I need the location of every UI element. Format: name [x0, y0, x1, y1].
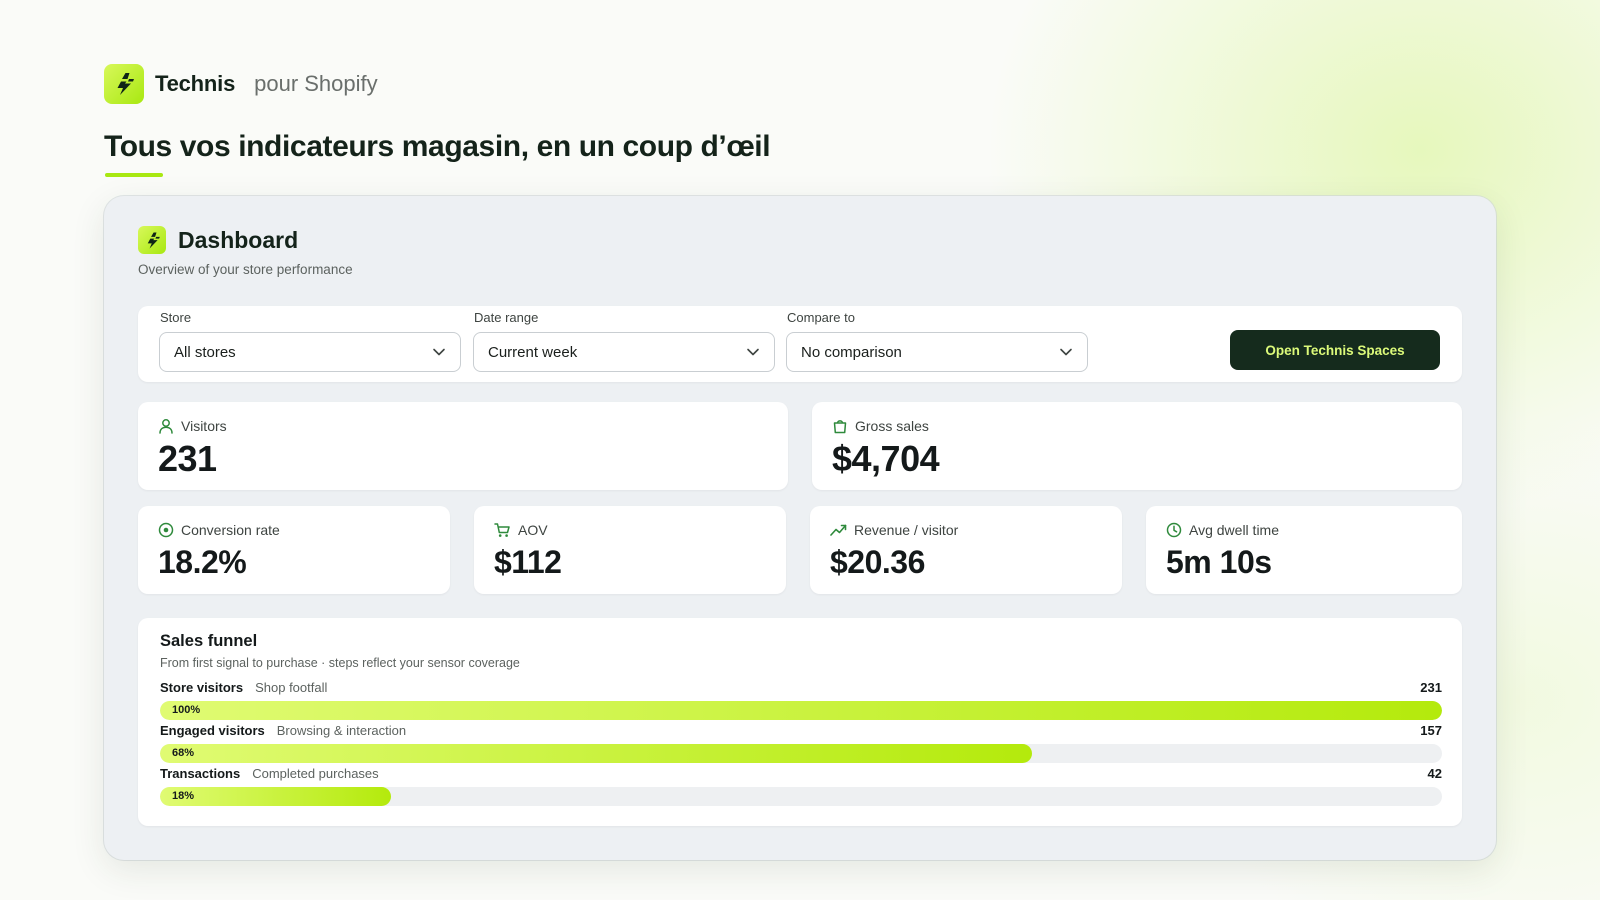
store-filter-label: Store	[160, 310, 192, 325]
compare-filter: Compare to No comparison	[786, 310, 1088, 372]
funnel-bar-track: 18%	[160, 787, 1442, 806]
technis-logo-icon	[138, 226, 166, 254]
store-select-value: All stores	[174, 343, 236, 361]
aov-value: $112	[494, 544, 562, 580]
funnel-bar-track: 68%	[160, 744, 1442, 763]
funnel-step-percent: 18%	[172, 790, 195, 802]
store-filter: Store All stores	[159, 310, 461, 372]
visitors-label: Visitors	[181, 418, 227, 434]
person-icon	[158, 418, 174, 434]
revenue-per-visitor-card: Revenue / visitor $20.36	[810, 506, 1122, 594]
chevron-down-icon	[746, 345, 760, 359]
funnel-step: Store visitors Shop footfall 231 100%	[160, 680, 1442, 720]
visitors-card: Visitors 231	[138, 402, 788, 490]
avg-dwell-time-value: 5m 10s	[1166, 544, 1272, 580]
funnel-bar-fill	[160, 701, 1442, 720]
funnel-bar-track: 100%	[160, 701, 1442, 720]
funnel-step: Engaged visitors Browsing & interaction …	[160, 723, 1442, 763]
filters-bar: Store All stores Date range Current week…	[138, 306, 1462, 382]
funnel-step-desc: Completed purchases	[252, 766, 379, 781]
conversion-rate-card: Conversion rate 18.2%	[138, 506, 450, 594]
page-headline: Tous vos indicateurs magasin, en un coup…	[104, 130, 771, 163]
funnel-step-desc: Shop footfall	[255, 680, 328, 695]
dashboard-subtitle: Overview of your store performance	[138, 262, 353, 277]
date-range-select[interactable]: Current week	[473, 332, 775, 372]
brand-suffix: pour Shopify	[254, 71, 378, 96]
conversion-rate-value: 18.2%	[158, 544, 247, 580]
visitors-value: 231	[158, 438, 217, 479]
compare-select[interactable]: No comparison	[786, 332, 1088, 372]
compare-value: No comparison	[801, 343, 902, 361]
revenue-per-visitor-value: $20.36	[830, 544, 925, 580]
aov-card: AOV $112	[474, 506, 786, 594]
date-range-value: Current week	[488, 343, 578, 361]
shopping-bag-icon	[832, 418, 848, 434]
trend-up-icon	[830, 522, 847, 538]
sales-funnel-subtitle: From first signal to purchase · steps re…	[160, 656, 520, 670]
revenue-per-visitor-label: Revenue / visitor	[854, 522, 959, 538]
sales-funnel-title: Sales funnel	[160, 632, 258, 650]
headline-underline	[105, 173, 163, 177]
open-technis-spaces-button[interactable]: Open Technis Spaces	[1230, 330, 1440, 370]
funnel-step-name: Engaged visitors	[160, 723, 265, 738]
gross-sales-card: Gross sales $4,704	[812, 402, 1462, 490]
avg-dwell-time-label: Avg dwell time	[1189, 522, 1280, 538]
date-range-filter: Date range Current week	[473, 310, 775, 372]
date-range-label: Date range	[474, 310, 539, 325]
compare-label: Compare to	[787, 310, 855, 325]
funnel-bar-fill	[160, 787, 391, 806]
dashboard-header: Dashboard	[138, 226, 298, 254]
funnel-step-count: 42	[1427, 766, 1442, 781]
store-select[interactable]: All stores	[159, 332, 461, 372]
clock-icon	[1166, 522, 1182, 538]
gross-sales-value: $4,704	[832, 438, 940, 479]
funnel-step-name: Transactions	[160, 766, 241, 781]
funnel-step: Transactions Completed purchases 42 18%	[160, 766, 1442, 806]
chevron-down-icon	[432, 345, 446, 359]
brand-name: Technis	[155, 71, 236, 96]
technis-logo-icon	[104, 64, 144, 104]
funnel-step-desc: Browsing & interaction	[276, 723, 407, 738]
dashboard-panel: Dashboard Overview of your store perform…	[104, 196, 1496, 860]
sales-funnel-card: Sales funnel From first signal to purcha…	[138, 618, 1462, 826]
aov-label: AOV	[518, 522, 548, 538]
avg-dwell-time-card: Avg dwell time 5m 10s	[1146, 506, 1462, 594]
funnel-step-name: Store visitors	[160, 680, 244, 695]
funnel-step-percent: 100%	[172, 704, 201, 716]
funnel-step-percent: 68%	[172, 747, 195, 759]
dashboard-title: Dashboard	[178, 226, 299, 253]
funnel-step-count: 157	[1420, 723, 1442, 738]
funnel-bar-fill	[160, 744, 1032, 763]
target-icon	[158, 522, 174, 538]
conversion-rate-label: Conversion rate	[181, 522, 280, 538]
funnel-step-count: 231	[1420, 680, 1442, 695]
chevron-down-icon	[1059, 345, 1073, 359]
gross-sales-label: Gross sales	[855, 418, 929, 434]
cart-icon	[494, 522, 511, 538]
brand: Technis pour Shopify	[104, 64, 378, 104]
